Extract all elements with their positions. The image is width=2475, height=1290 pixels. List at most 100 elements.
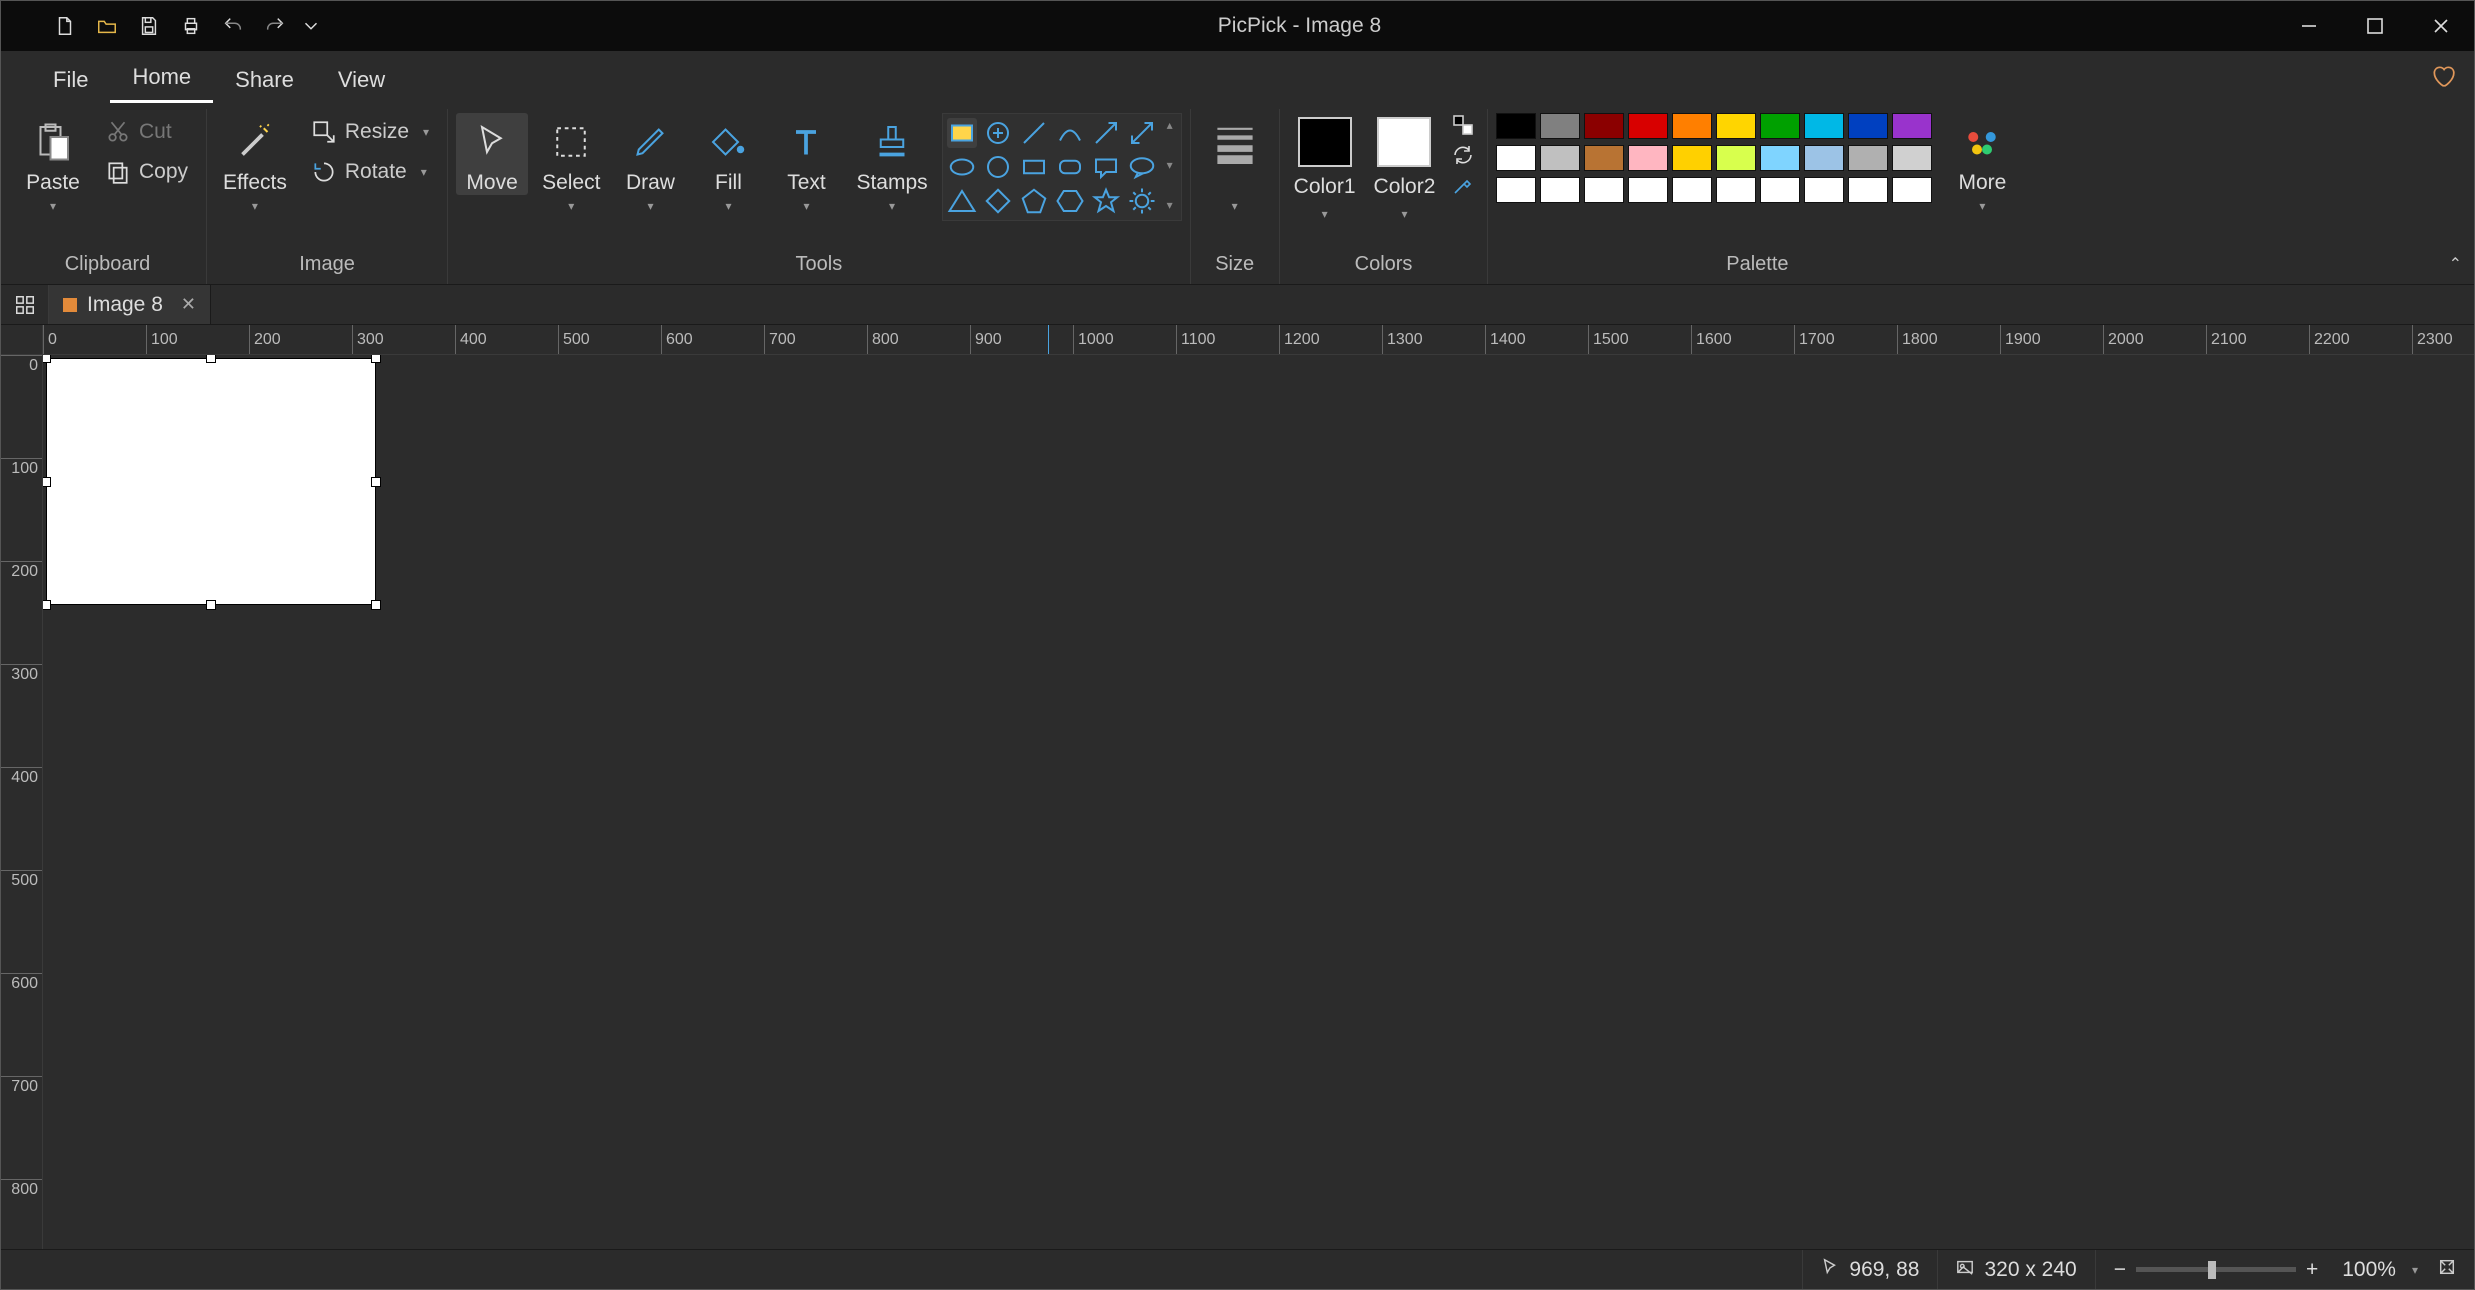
cut-button[interactable]: Cut bbox=[95, 113, 198, 151]
shape-pentagon-icon[interactable] bbox=[1019, 186, 1049, 216]
close-button[interactable] bbox=[2408, 1, 2474, 51]
shape-gear-icon[interactable] bbox=[1127, 186, 1157, 216]
palette-swatch[interactable] bbox=[1672, 113, 1712, 139]
selection-handle[interactable] bbox=[371, 600, 381, 610]
palette-swatch[interactable] bbox=[1628, 113, 1668, 139]
palette-swatch[interactable] bbox=[1496, 145, 1536, 171]
canvas-area[interactable] bbox=[43, 355, 2474, 1249]
zoom-in-button[interactable]: + bbox=[2306, 1258, 2318, 1282]
palette-swatch[interactable] bbox=[1672, 145, 1712, 171]
more-colors-button[interactable]: More ▾ bbox=[1946, 113, 2018, 213]
refresh-colors-icon[interactable] bbox=[1451, 143, 1475, 167]
shape-circle-icon[interactable] bbox=[983, 152, 1013, 182]
palette-swatch[interactable] bbox=[1496, 177, 1536, 203]
line-size-button[interactable]: ▾ bbox=[1199, 113, 1271, 213]
palette-swatch[interactable] bbox=[1672, 177, 1712, 203]
shape-curve-icon[interactable] bbox=[1055, 118, 1085, 148]
shape-arrow-icon[interactable] bbox=[1091, 118, 1121, 148]
palette-swatch[interactable] bbox=[1892, 177, 1932, 203]
shape-diamond-icon[interactable] bbox=[983, 186, 1013, 216]
tab-view[interactable]: View bbox=[316, 57, 407, 103]
palette-swatch[interactable] bbox=[1892, 113, 1932, 139]
palette-swatch[interactable] bbox=[1716, 177, 1756, 203]
paste-button[interactable]: Paste ▾ bbox=[17, 113, 89, 213]
selection-handle[interactable] bbox=[43, 477, 51, 487]
palette-swatch[interactable] bbox=[1848, 177, 1888, 203]
stamps-tool-button[interactable]: Stamps ▾ bbox=[848, 113, 935, 213]
palette-swatch[interactable] bbox=[1760, 177, 1800, 203]
shape-speech-icon[interactable] bbox=[1127, 152, 1157, 182]
zoom-value[interactable]: 100% bbox=[2342, 1258, 2396, 1282]
palette-swatch[interactable] bbox=[1628, 145, 1668, 171]
palette-swatch[interactable] bbox=[1760, 113, 1800, 139]
tab-share[interactable]: Share bbox=[213, 57, 316, 103]
maximize-button[interactable] bbox=[2342, 1, 2408, 51]
palette-swatch[interactable] bbox=[1760, 145, 1800, 171]
shapes-scroll-up-icon[interactable]: ▴ bbox=[1161, 118, 1179, 136]
minimize-button[interactable] bbox=[2276, 1, 2342, 51]
shape-add-circle-icon[interactable] bbox=[983, 118, 1013, 148]
thumbnails-button[interactable] bbox=[1, 285, 49, 324]
shapes-expand-icon[interactable]: ▾ bbox=[1161, 198, 1179, 216]
shape-ellipse-icon[interactable] bbox=[947, 152, 977, 182]
palette-swatch[interactable] bbox=[1716, 113, 1756, 139]
palette-swatch[interactable] bbox=[1584, 145, 1624, 171]
shape-line-icon[interactable] bbox=[1019, 118, 1049, 148]
swap-colors-icon[interactable] bbox=[1451, 113, 1475, 137]
effects-button[interactable]: Effects ▾ bbox=[215, 113, 295, 213]
qat-customize-icon[interactable] bbox=[299, 8, 323, 44]
palette-swatch[interactable] bbox=[1584, 177, 1624, 203]
shape-roundrect-icon[interactable] bbox=[1055, 152, 1085, 182]
redo-icon[interactable] bbox=[257, 8, 293, 44]
shape-hexagon-icon[interactable] bbox=[1055, 186, 1085, 216]
shape-rect-icon[interactable] bbox=[1019, 152, 1049, 182]
print-icon[interactable] bbox=[173, 8, 209, 44]
palette-swatch[interactable] bbox=[1804, 145, 1844, 171]
palette-swatch[interactable] bbox=[1848, 113, 1888, 139]
zoom-slider-knob[interactable] bbox=[2208, 1261, 2216, 1279]
palette-swatch[interactable] bbox=[1892, 145, 1932, 171]
color2-button[interactable]: Color2 ▾ bbox=[1368, 113, 1442, 225]
eyedropper-icon[interactable] bbox=[1451, 173, 1475, 197]
undo-icon[interactable] bbox=[215, 8, 251, 44]
save-icon[interactable] bbox=[131, 8, 167, 44]
zoom-slider[interactable] bbox=[2136, 1267, 2296, 1272]
shape-triangle-icon[interactable] bbox=[947, 186, 977, 216]
new-file-icon[interactable] bbox=[47, 8, 83, 44]
move-tool-button[interactable]: Move bbox=[456, 113, 528, 195]
palette-swatch[interactable] bbox=[1804, 177, 1844, 203]
text-tool-button[interactable]: Text ▾ bbox=[770, 113, 842, 213]
shape-star-icon[interactable] bbox=[1091, 186, 1121, 216]
palette-swatch[interactable] bbox=[1540, 145, 1580, 171]
tab-file[interactable]: File bbox=[31, 57, 110, 103]
open-file-icon[interactable] bbox=[89, 8, 125, 44]
shape-rectangle-filled-icon[interactable] bbox=[947, 118, 977, 148]
ribbon-collapse-icon[interactable]: ⌃ bbox=[2449, 254, 2462, 274]
favorite-icon[interactable] bbox=[2430, 63, 2456, 95]
draw-tool-button[interactable]: Draw ▾ bbox=[614, 113, 686, 213]
color1-button[interactable]: Color1 ▾ bbox=[1288, 113, 1362, 225]
palette-swatch[interactable] bbox=[1628, 177, 1668, 203]
shape-callout-icon[interactable] bbox=[1091, 152, 1121, 182]
selection-handle[interactable] bbox=[206, 355, 216, 363]
selection-handle[interactable] bbox=[206, 600, 216, 610]
zoom-fit-icon[interactable] bbox=[2438, 1258, 2456, 1282]
shapes-gallery[interactable] bbox=[943, 114, 1161, 220]
palette-swatch[interactable] bbox=[1496, 113, 1536, 139]
palette-swatch[interactable] bbox=[1540, 113, 1580, 139]
selection-handle[interactable] bbox=[371, 477, 381, 487]
shapes-scroll-down-icon[interactable]: ▾ bbox=[1161, 158, 1179, 176]
close-tab-icon[interactable]: ✕ bbox=[181, 294, 196, 315]
ruler-horizontal[interactable]: 0100200300400500600700800900100011001200… bbox=[43, 325, 2474, 355]
shape-double-arrow-icon[interactable] bbox=[1127, 118, 1157, 148]
fill-tool-button[interactable]: Fill ▾ bbox=[692, 113, 764, 213]
selection-handle[interactable] bbox=[371, 355, 381, 363]
document-tab[interactable]: Image 8 ✕ bbox=[49, 285, 211, 324]
resize-button[interactable]: Resize ▾ bbox=[301, 113, 439, 151]
chevron-down-icon[interactable]: ▾ bbox=[2412, 1263, 2418, 1277]
selection-handle[interactable] bbox=[43, 600, 51, 610]
selection-handle[interactable] bbox=[43, 355, 51, 363]
zoom-out-button[interactable]: − bbox=[2114, 1258, 2126, 1282]
palette-swatch[interactable] bbox=[1540, 177, 1580, 203]
palette-swatch[interactable] bbox=[1584, 113, 1624, 139]
